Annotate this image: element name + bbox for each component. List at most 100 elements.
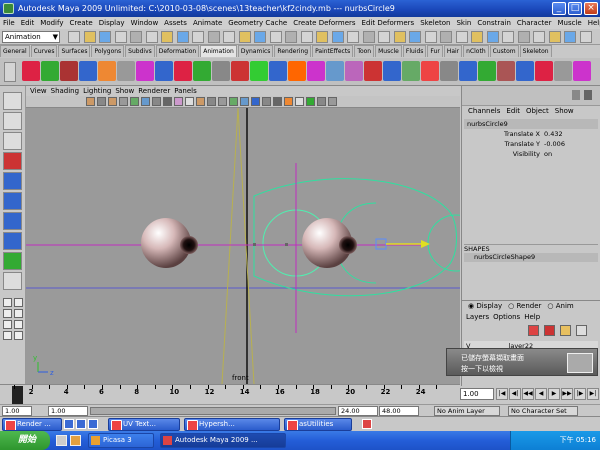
close-button[interactable]: ×	[584, 2, 598, 15]
menu-skin[interactable]: Skin	[456, 19, 471, 27]
status-line-icon[interactable]	[502, 31, 514, 43]
layer-option-icon[interactable]	[576, 325, 587, 336]
start-time-field[interactable]: 1.00	[2, 406, 32, 416]
shelf-tab-surfaces[interactable]: Surfaces	[58, 45, 91, 57]
character-set-selector[interactable]: No Character Set	[508, 406, 578, 416]
viewport-toolbar-icon[interactable]	[97, 97, 106, 106]
shelf-tool-icon[interactable]	[345, 61, 363, 81]
menu-help[interactable]: Help	[588, 19, 600, 27]
channel-box-menu-edit[interactable]: Edit	[506, 107, 520, 115]
mode-selector[interactable]: Animation ▼	[2, 31, 60, 43]
status-line-icon[interactable]	[269, 31, 282, 43]
object-name[interactable]: nurbsCircle9	[464, 119, 598, 129]
shelf-tab-painteffects[interactable]: PaintEffects	[312, 45, 354, 57]
status-line-icon[interactable]	[579, 31, 592, 43]
shelf-tab-fluids[interactable]: Fluids	[402, 45, 427, 57]
quicklaunch-icon[interactable]	[70, 435, 81, 446]
minimize-button[interactable]: _	[552, 2, 566, 15]
menu-skeleton[interactable]: Skeleton	[420, 19, 450, 27]
range-start-field[interactable]: 1.00	[48, 406, 88, 416]
shelf-tab-fur[interactable]: Fur	[427, 45, 443, 57]
shelf-tab-polygons[interactable]: Polygons	[91, 45, 125, 57]
shelf-tab-skeleton[interactable]: Skeleton	[519, 45, 552, 57]
channel-box-menu-object[interactable]: Object	[526, 107, 549, 115]
viewport-toolbar-icon[interactable]	[163, 97, 172, 106]
channel-value[interactable]: on	[544, 149, 552, 159]
viewport-toolbar-icon[interactable]	[207, 97, 216, 106]
layout-preset-icon[interactable]	[14, 331, 23, 340]
shelf-tool-icon[interactable]	[288, 61, 306, 81]
shelf-tool-icon[interactable]	[383, 61, 401, 81]
viewport-menu-view[interactable]: View	[30, 87, 47, 95]
viewport-toolbar-icon[interactable]	[317, 97, 326, 106]
quicklaunch-icon[interactable]	[56, 435, 67, 446]
notification-balloon[interactable]: 已儲存螢幕擷取畫面 按一下以檢視	[446, 348, 598, 376]
status-line-icon[interactable]	[455, 31, 468, 43]
layout-preset-icon[interactable]	[3, 309, 12, 318]
restore-button[interactable]	[88, 419, 98, 429]
shelf-tool-icon[interactable]	[307, 61, 325, 81]
viewport-toolbar-icon[interactable]	[284, 97, 293, 106]
status-line-icon[interactable]	[486, 31, 499, 43]
maximize-button[interactable]: □	[568, 2, 582, 15]
channel-row[interactable]: Translate Y -0.006	[464, 139, 598, 149]
shelf-tool-icon[interactable]	[174, 61, 192, 81]
status-line-icon[interactable]	[362, 31, 375, 43]
minimized-window[interactable]: asUtilities	[284, 418, 352, 431]
shelf-tool-icon[interactable]	[231, 61, 249, 81]
playback-button[interactable]: ▶|	[587, 388, 599, 400]
shelf-tool-icon[interactable]	[364, 61, 382, 81]
viewport-toolbar-icon[interactable]	[229, 97, 238, 106]
shelf-tool-icon[interactable]	[535, 61, 553, 81]
tool-button[interactable]	[3, 172, 22, 190]
shelf-tool-icon[interactable]	[41, 61, 59, 81]
control-point[interactable]	[285, 243, 288, 246]
status-line-icon[interactable]	[114, 31, 127, 43]
layout-preset-icon[interactable]	[3, 320, 12, 329]
window-title-bar[interactable]: Autodesk Maya 2009 Unlimited: C:\2010-03…	[0, 0, 600, 17]
shelf-tab-animation[interactable]: Animation	[200, 45, 237, 57]
channel-value[interactable]: 0.432	[544, 129, 563, 139]
menu-create-deformers[interactable]: Create Deformers	[293, 19, 355, 27]
shape-name[interactable]: nurbsCircleShape9	[464, 253, 598, 262]
viewport-toolbar-icon[interactable]	[196, 97, 205, 106]
status-line-icon[interactable]	[378, 31, 390, 43]
taskbar-item[interactable]: Picasa 3	[88, 433, 154, 448]
status-line-icon[interactable]	[207, 31, 220, 43]
status-line-icon[interactable]	[161, 31, 173, 43]
status-line-icon[interactable]	[393, 31, 406, 43]
viewport-front[interactable]: y z front	[26, 108, 460, 384]
taskbar-item[interactable]: Autodesk Maya 2009 ...	[160, 433, 286, 448]
shelf-tool-icon[interactable]	[22, 61, 40, 81]
channel-value[interactable]: -0.006	[544, 139, 565, 149]
status-line-icon[interactable]	[238, 31, 251, 43]
menu-character[interactable]: Character	[517, 19, 552, 27]
playback-button[interactable]: |◀	[496, 388, 508, 400]
new-layer-icon[interactable]	[528, 325, 539, 336]
viewport-toolbar-icon[interactable]	[185, 97, 194, 106]
layer-mode-anim[interactable]: ○ Anim	[547, 302, 573, 310]
shelf-tab-hair[interactable]: Hair	[443, 45, 463, 57]
minimized-window[interactable]: Render ...	[2, 418, 62, 431]
status-line-icon[interactable]	[564, 31, 576, 43]
status-line-icon[interactable]	[68, 31, 80, 43]
viewport-toolbar-icon[interactable]	[174, 97, 183, 106]
status-line-icon[interactable]	[254, 31, 266, 43]
shelf-tool-icon[interactable]	[79, 61, 97, 81]
anim-layer-selector[interactable]: No Anim Layer	[434, 406, 500, 416]
layer-mode-display[interactable]: ◉ Display	[468, 302, 502, 310]
panel-toggle-icon[interactable]	[584, 90, 592, 100]
status-line-icon[interactable]	[440, 31, 452, 43]
viewport-toolbar-icon[interactable]	[152, 97, 161, 106]
playback-button[interactable]: ◀	[535, 388, 547, 400]
status-line-icon[interactable]	[130, 31, 142, 43]
shelf-tool-icon[interactable]	[402, 61, 420, 81]
layer-menu-options[interactable]: Options	[493, 313, 520, 321]
shelf-tab-curves[interactable]: Curves	[30, 45, 58, 57]
tool-button[interactable]	[3, 112, 22, 130]
tool-button[interactable]	[3, 192, 22, 210]
shelf-tool-icon[interactable]	[478, 61, 496, 81]
layer-menu-layers[interactable]: Layers	[466, 313, 489, 321]
channel-box-menu-channels[interactable]: Channels	[468, 107, 500, 115]
status-line-icon[interactable]	[83, 31, 96, 43]
